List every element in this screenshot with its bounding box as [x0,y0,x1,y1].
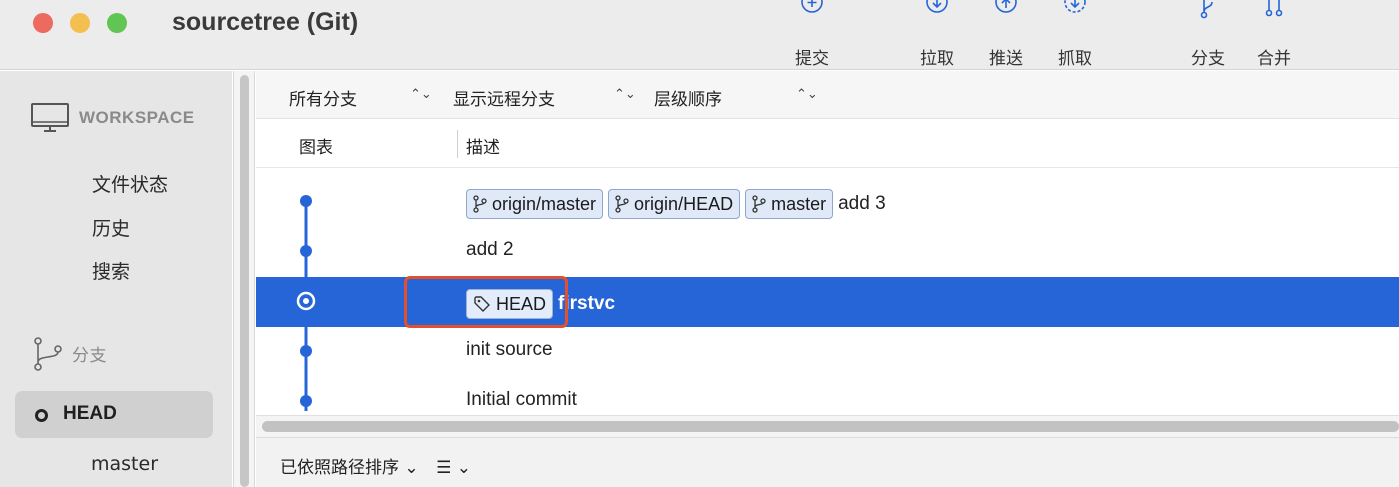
commit-description: origin/master origin/HEAD master add 3 [466,189,886,219]
column-divider[interactable] [457,130,458,158]
branch-ref-badge[interactable]: origin/master [466,189,604,219]
fetch-label: 抓取 [1058,49,1092,69]
filter-bar: 所有分支 ⌃⌄ 显示远程分支 ⌃⌄ 层级顺序 ⌃⌄ [256,71,1399,119]
column-description[interactable]: 描述 [466,133,500,158]
order-chevron-icon[interactable]: ⌃⌄ [796,86,818,102]
workspace-label: WORKSPACE [79,108,195,127]
horizontal-scrollbar[interactable] [256,415,1399,437]
sidebar-item-history[interactable]: 历史 [92,214,130,241]
push-icon [995,0,1017,13]
merge-icon [1265,0,1283,17]
remote-branches-chevron-icon[interactable]: ⌃⌄ [614,86,636,102]
commit-icon [801,0,823,13]
list-options-icon[interactable]: ☰ [436,458,451,478]
title-bar: sourcetree (Git) 提交 拉取 推送 抓取 分支 合并 [0,0,1399,70]
monitor-icon [31,103,69,132]
commit-row[interactable]: add 2 [256,227,1399,277]
order-select[interactable]: 层级顺序 [654,85,722,110]
branch-scope-chevron-icon[interactable]: ⌃⌄ [410,86,432,102]
fetch-button[interactable]: 抓取 [1047,0,1103,70]
ref-label: origin/master [492,193,597,214]
commit-row[interactable]: origin/master origin/HEAD master add 3 [256,177,1399,227]
branches-label: 分支 [72,345,107,366]
sidebar-scroll-thumb[interactable] [240,75,249,487]
merge-button[interactable]: 合并 [1246,0,1302,70]
sidebar: WORKSPACE 文件状态 历史 搜索 分支 HEAD master [0,71,232,487]
branch-icon [473,195,487,213]
push-button[interactable]: 推送 [978,0,1034,70]
horizontal-scroll-thumb[interactable] [262,421,1399,432]
sidebar-item-search[interactable]: 搜索 [92,257,130,284]
zoom-window-button[interactable] [107,13,127,33]
workspace-header: WORKSPACE [30,102,195,134]
branch-scope-select[interactable]: 所有分支 [289,85,357,110]
commit-message: add 3 [838,193,886,214]
branch-name: HEAD [63,403,117,424]
commit-button[interactable]: 提交 [784,0,840,70]
bottom-bar: 已依照路径排序 ⌄ ☰ ⌄ [256,437,1399,487]
ref-label: origin/HEAD [634,193,734,214]
fetch-icon [1064,0,1086,13]
current-branch-icon [35,409,48,422]
commit-message: init source [466,339,553,360]
remote-branches-select[interactable]: 显示远程分支 [453,85,555,110]
branch-label: 分支 [1191,49,1225,69]
branch-icon [752,195,766,213]
merge-label: 合并 [1257,49,1291,69]
branch-icon [1200,0,1213,19]
column-header: 图表 描述 [256,120,1399,168]
window-title: sourcetree (Git) [172,8,359,36]
chevron-down-icon: ⌄ [456,458,471,478]
commit-label: 提交 [795,49,829,69]
commit-row[interactable]: Initial commit [256,377,1399,411]
pull-button[interactable]: 拉取 [909,0,965,70]
sidebar-branch-master[interactable]: master [91,453,158,475]
sidebar-scrollbar[interactable] [233,71,255,487]
branch-button[interactable]: 分支 [1180,0,1236,70]
branch-ref-badge[interactable]: master [745,189,834,219]
commit-message: add 2 [466,239,514,260]
branches-header: 分支 [30,335,107,371]
column-graph[interactable]: 图表 [299,133,333,158]
branch-icon [615,195,629,213]
pull-icon [926,0,948,13]
minimize-window-button[interactable] [70,13,90,33]
sort-label: 已依照路径排序 [280,458,399,478]
pull-label: 拉取 [920,49,954,69]
branch-icon [34,337,62,371]
sidebar-item-file-status[interactable]: 文件状态 [92,170,168,197]
annotation-highlight [404,276,568,328]
ref-label: master [771,193,827,214]
close-window-button[interactable] [33,13,53,33]
sort-dropdown[interactable]: 已依照路径排序 ⌄ ☰ ⌄ [280,453,471,478]
push-label: 推送 [989,49,1023,69]
commit-row[interactable]: init source [256,327,1399,377]
commit-message: Initial commit [466,389,577,410]
branch-ref-badge[interactable]: origin/HEAD [608,189,741,219]
sidebar-branch-head[interactable]: HEAD [15,391,213,438]
chevron-down-icon: ⌄ [404,458,419,478]
